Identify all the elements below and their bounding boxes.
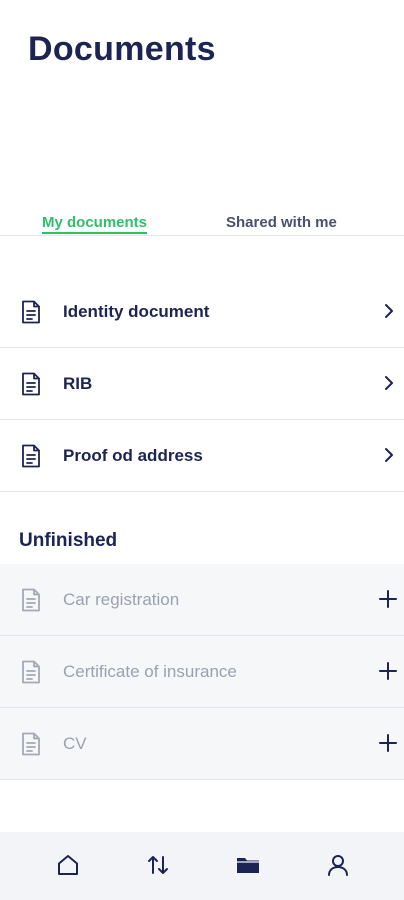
list-item-car-registration[interactable]: Car registration [0, 564, 404, 636]
list-item-label: CV [63, 733, 87, 753]
document-icon [22, 732, 40, 756]
list-item-identity-document[interactable]: Identity document [0, 276, 404, 348]
list-item-label: Proof od address [63, 445, 203, 465]
page-title: Documents [28, 30, 216, 68]
document-icon [22, 372, 40, 396]
chevron-right-icon [385, 304, 393, 318]
list-item-label: RIB [63, 373, 93, 393]
list-item-label: Identity document [63, 301, 210, 321]
chevron-right-icon [385, 376, 393, 390]
document-icon [22, 444, 40, 468]
document-icon [22, 660, 40, 684]
tab-my-documents[interactable]: My documents [42, 214, 148, 234]
tab-shared-with-me[interactable]: Shared with me [226, 214, 337, 231]
transfer-icon[interactable] [145, 852, 171, 878]
unfinished-list: Car registration Certificate of insuranc… [0, 564, 404, 780]
add-icon[interactable] [378, 733, 398, 753]
list-item-proof-of-address[interactable]: Proof od address [0, 420, 404, 492]
list-item-cv[interactable]: CV [0, 708, 404, 780]
bottom-nav [0, 832, 404, 900]
document-icon [22, 300, 40, 324]
tab-bar: My documents Shared with me [0, 212, 404, 236]
chevron-right-icon [385, 448, 393, 462]
home-icon[interactable] [55, 852, 81, 878]
document-icon [22, 588, 40, 612]
list-item-label: Certificate of insurance [63, 661, 237, 681]
list-item-certificate-of-insurance[interactable]: Certificate of insurance [0, 636, 404, 708]
list-item-label: Car registration [63, 589, 180, 609]
section-title-unfinished: Unfinished [19, 530, 118, 551]
list-item-rib[interactable]: RIB [0, 348, 404, 420]
folder-icon[interactable] [235, 852, 261, 878]
add-icon[interactable] [378, 661, 398, 681]
profile-icon[interactable] [325, 852, 351, 878]
add-icon[interactable] [378, 589, 398, 609]
my-documents-list: Identity document RIB Proof od address [0, 276, 404, 492]
